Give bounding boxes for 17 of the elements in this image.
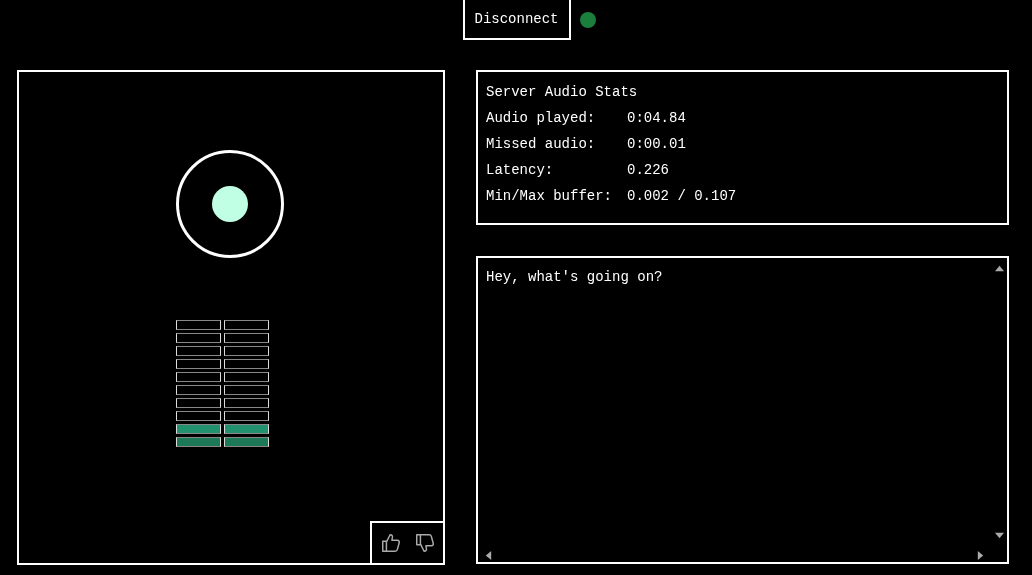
- stat-value: 0.226: [627, 162, 670, 179]
- stat-label: Latency:: [486, 162, 555, 179]
- scroll-right-icon[interactable]: [976, 551, 985, 560]
- thumbs-up-icon[interactable]: [379, 532, 402, 554]
- stat-label: Audio played:: [486, 110, 597, 127]
- scroll-left-icon[interactable]: [484, 551, 493, 560]
- stat-value: 0:04.84: [627, 110, 687, 127]
- stat-value: 0:00.01: [627, 136, 687, 153]
- scroll-down-icon[interactable]: [995, 531, 1004, 540]
- scroll-up-icon[interactable]: [995, 264, 1004, 273]
- stat-label: Missed audio:: [486, 136, 597, 153]
- stat-value: 0.002 / 0.107: [627, 188, 738, 205]
- stats-title: Server Audio Stats: [486, 84, 639, 100]
- message-field[interactable]: Hey, what's going on?: [476, 256, 1009, 564]
- disconnect-button[interactable]: Disconnect: [462, 0, 571, 40]
- stat-label: Min/Max buffer:: [486, 188, 614, 205]
- thumbs-down-icon[interactable]: [413, 532, 436, 554]
